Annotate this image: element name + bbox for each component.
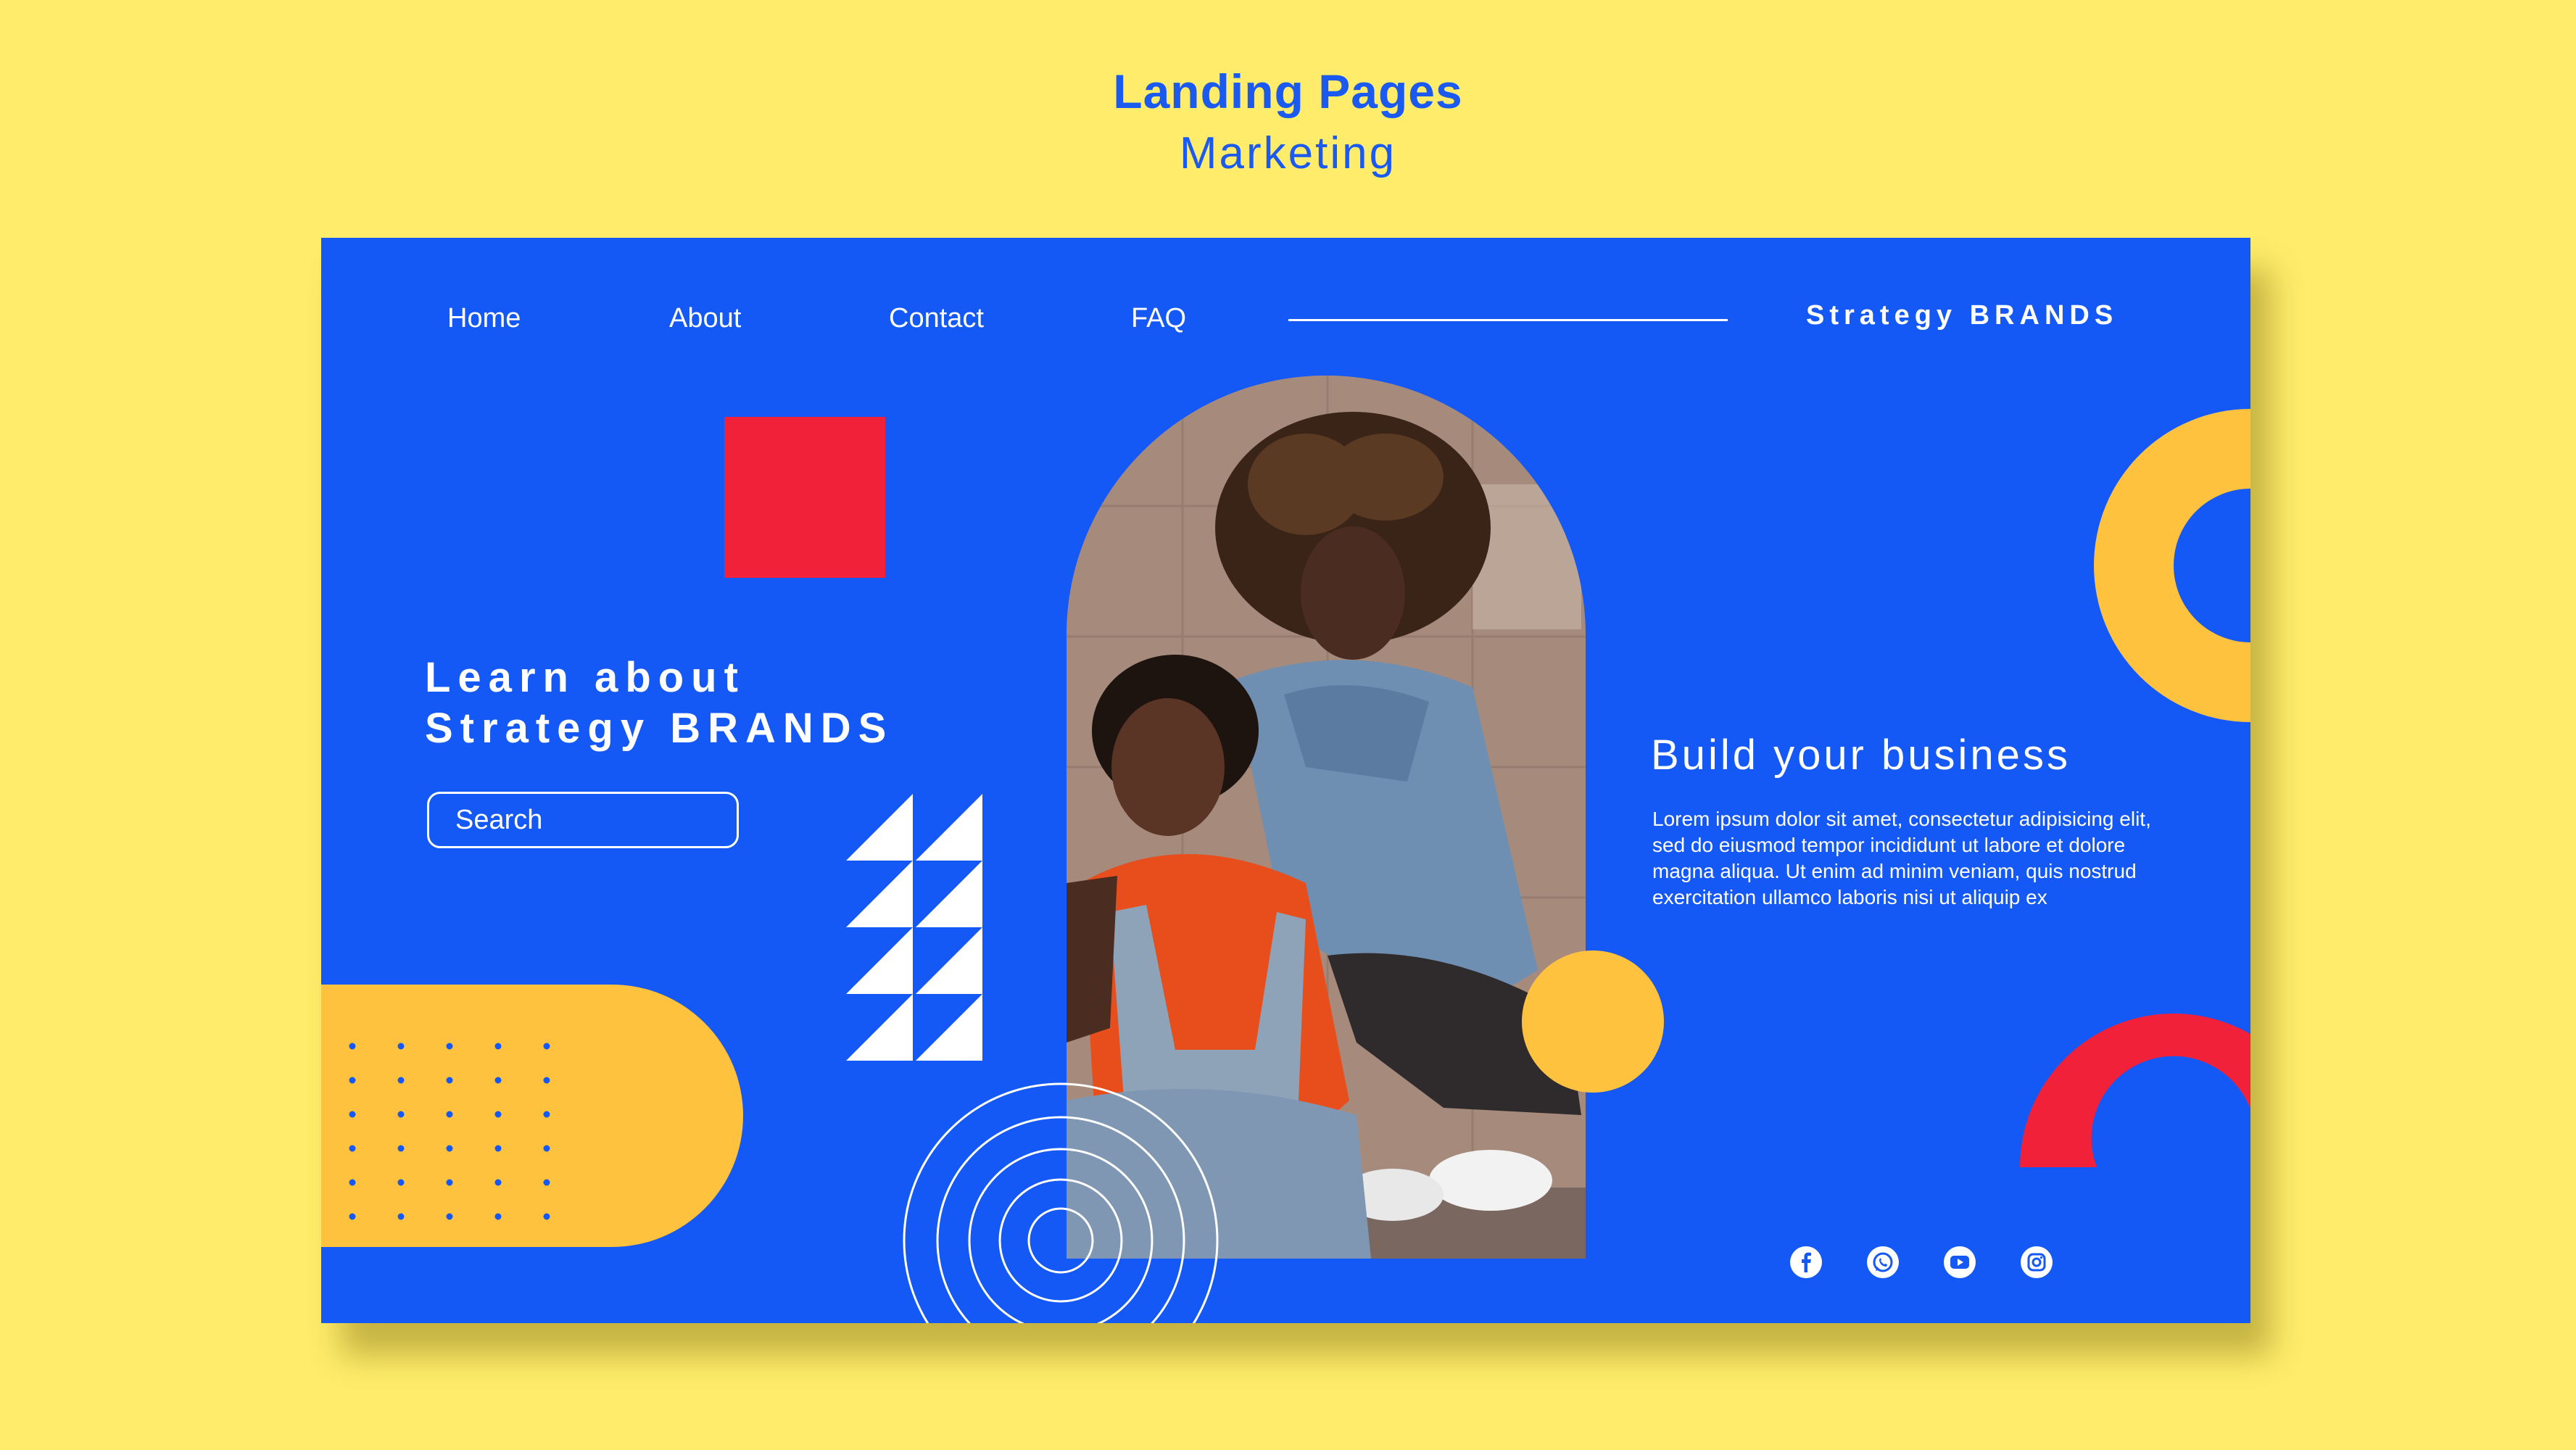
- nav-faq-link[interactable]: FAQ: [1131, 303, 1186, 334]
- page-subtitle: Marketing: [1179, 128, 1397, 178]
- facebook-icon[interactable]: [1790, 1246, 1822, 1278]
- nav-contact-link[interactable]: Contact: [889, 303, 984, 334]
- red-arch-decoration: [2020, 1014, 2250, 1167]
- instagram-icon[interactable]: [2021, 1246, 2053, 1278]
- nav-divider-line: [1288, 319, 1728, 321]
- yellow-ring-decoration: [2094, 409, 2250, 722]
- youtube-icon[interactable]: [1944, 1246, 1976, 1278]
- brand-name[interactable]: Strategy BRANDS: [1806, 300, 2118, 331]
- whatsapp-icon[interactable]: [1867, 1246, 1899, 1278]
- business-heading: Build your business: [1651, 732, 2071, 779]
- landing-page-card: Home About Contact FAQ Strategy BRANDS L…: [321, 238, 2250, 1323]
- dot-grid-decoration: [349, 1043, 550, 1220]
- concentric-rings-decoration: [903, 1082, 1219, 1323]
- page-title: Landing Pages: [1113, 65, 1463, 118]
- yellow-circle-decoration: [1522, 950, 1664, 1093]
- triangle-pattern-decoration: [846, 794, 982, 1061]
- business-description: Lorem ipsum dolor sit amet, consectetur …: [1652, 808, 2151, 908]
